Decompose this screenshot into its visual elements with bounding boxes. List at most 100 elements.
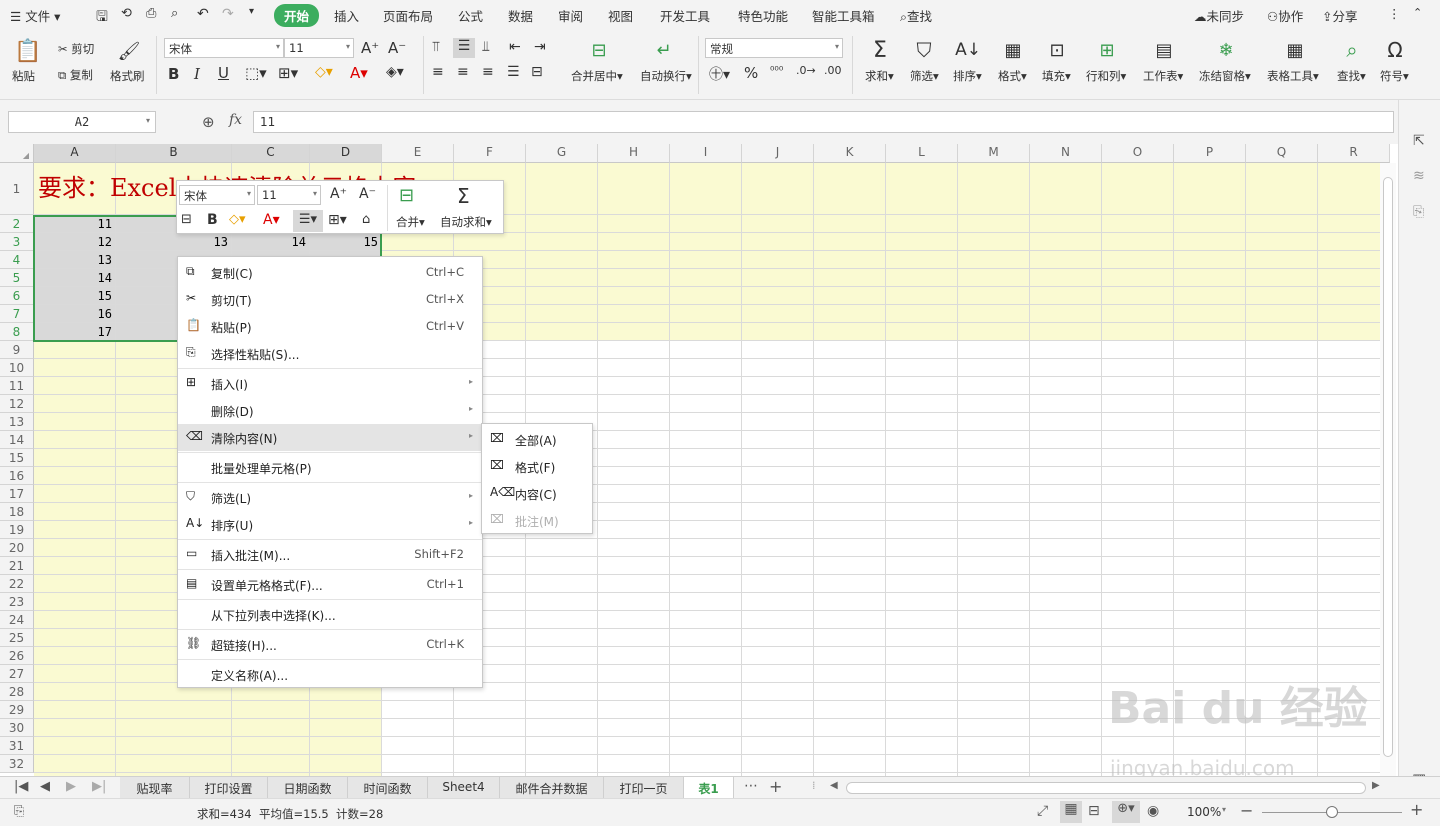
- sheet-tab[interactable]: Sheet4: [428, 777, 500, 799]
- zoom-out-icon[interactable]: −: [1240, 801, 1253, 820]
- bold-icon[interactable]: B: [168, 65, 179, 83]
- row-header-21[interactable]: 21: [0, 557, 34, 575]
- cursor-select-icon[interactable]: ⇱: [1413, 133, 1425, 149]
- row-header-23[interactable]: 23: [0, 593, 34, 611]
- row-header-26[interactable]: 26: [0, 647, 34, 665]
- column-header-a[interactable]: A: [34, 144, 116, 163]
- column-header-q[interactable]: Q: [1246, 144, 1318, 163]
- mini-font-name[interactable]: 宋体: [179, 185, 255, 205]
- row-header-7[interactable]: 7: [0, 305, 34, 323]
- cell-d3[interactable]: 15: [312, 235, 378, 249]
- mini-bold-icon[interactable]: B: [207, 212, 218, 228]
- menu-item-insert[interactable]: ⊞ 插入(I) ▸: [178, 370, 482, 397]
- macro-record-icon[interactable]: ⎘: [14, 804, 24, 819]
- last-sheet-icon[interactable]: ▶|: [92, 779, 106, 794]
- column-header-e[interactable]: E: [382, 144, 454, 163]
- row-header-4[interactable]: 4: [0, 251, 34, 269]
- menu-search[interactable]: ⌕查找: [900, 6, 932, 25]
- wrap-text-icon[interactable]: ↵: [652, 38, 676, 62]
- sheet-tab[interactable]: 时间函数: [348, 777, 428, 799]
- cell-c3[interactable]: 14: [234, 235, 306, 249]
- mini-font-decrease-icon[interactable]: A⁻: [359, 186, 376, 202]
- tab-insert[interactable]: 插入: [334, 6, 359, 25]
- underline-icon[interactable]: U: [218, 64, 229, 82]
- cell-a3[interactable]: 12: [36, 235, 112, 249]
- format-painter-button[interactable]: 格式刷: [110, 68, 145, 84]
- tab-formula[interactable]: 公式: [458, 6, 483, 25]
- indent-decrease-icon[interactable]: ⇤: [509, 39, 521, 55]
- paste-icon[interactable]: 📋: [14, 38, 42, 64]
- fx-icon[interactable]: fx: [229, 112, 242, 128]
- find-button[interactable]: 查找▾: [1337, 68, 1366, 84]
- row-header-5[interactable]: 5: [0, 269, 34, 287]
- redo-icon[interactable]: ↷: [222, 6, 234, 22]
- menu-item-filter[interactable]: ⛉ 筛选(L) ▸: [178, 484, 482, 511]
- row-header-24[interactable]: 24: [0, 611, 34, 629]
- fill-icon[interactable]: ⊡: [1045, 36, 1069, 64]
- column-header-d[interactable]: D: [310, 144, 382, 163]
- distributed-icon[interactable]: ⊟: [531, 64, 543, 80]
- undo-icon[interactable]: ↶: [197, 6, 209, 22]
- page-break-view-icon[interactable]: ⊟: [1088, 803, 1100, 819]
- menu-item-cut[interactable]: ✂ 剪切(T) Ctrl+X: [178, 286, 482, 313]
- font-name-select[interactable]: 宋体: [164, 38, 284, 58]
- align-center-icon[interactable]: ≡: [457, 64, 469, 80]
- column-header-c[interactable]: C: [232, 144, 310, 163]
- row-header-25[interactable]: 25: [0, 629, 34, 647]
- column-header-k[interactable]: K: [814, 144, 886, 163]
- sort-button[interactable]: 排序▾: [953, 68, 982, 84]
- mini-merge-icon[interactable]: ⊟: [399, 185, 414, 206]
- column-header-h[interactable]: H: [598, 144, 670, 163]
- zoom-in-icon[interactable]: +: [1410, 800, 1423, 819]
- fill-button[interactable]: 填充▾: [1042, 68, 1071, 84]
- number-format-select[interactable]: 常规: [705, 38, 843, 58]
- menu-item-define-name[interactable]: 定义名称(A)...: [178, 661, 482, 688]
- row-header-32[interactable]: 32: [0, 755, 34, 773]
- menu-item-clear-contents[interactable]: ⌫ 清除内容(N) ▸: [178, 424, 482, 451]
- cell-a7[interactable]: 16: [36, 307, 112, 321]
- row-header-16[interactable]: 16: [0, 467, 34, 485]
- vertical-scrollbar[interactable]: [1380, 163, 1396, 776]
- menu-item-batch-process[interactable]: 批量处理单元格(P): [178, 454, 482, 481]
- row-header-22[interactable]: 22: [0, 575, 34, 593]
- row-header-19[interactable]: 19: [0, 521, 34, 539]
- percent-icon[interactable]: %: [744, 64, 758, 82]
- font-decrease-icon[interactable]: A⁻: [388, 39, 406, 57]
- mini-borders-icon[interactable]: ⊞▾: [328, 212, 347, 228]
- font-increase-icon[interactable]: A⁺: [361, 39, 379, 57]
- tab-data[interactable]: 数据: [508, 6, 533, 25]
- wrap-text-button[interactable]: 自动换行▾: [640, 68, 692, 84]
- row-header-2[interactable]: 2: [0, 215, 34, 233]
- row-header-29[interactable]: 29: [0, 701, 34, 719]
- row-header-28[interactable]: 28: [0, 683, 34, 701]
- sheet-tab[interactable]: 贴现率: [120, 777, 190, 799]
- currency-icon[interactable]: ㊉▾: [709, 64, 730, 84]
- row-header-31[interactable]: 31: [0, 737, 34, 755]
- eye-protection-icon[interactable]: ◉: [1147, 803, 1159, 819]
- fullscreen-icon[interactable]: ⤢: [1037, 803, 1048, 819]
- formula-input[interactable]: 11: [253, 111, 1394, 133]
- row-header-27[interactable]: 27: [0, 665, 34, 683]
- cut-button[interactable]: ✂ 剪切: [58, 41, 94, 57]
- table-tools-button[interactable]: 表格工具▾: [1267, 68, 1319, 84]
- row-header-17[interactable]: 17: [0, 485, 34, 503]
- merge-center-button[interactable]: 合并居中▾: [571, 68, 623, 84]
- scroll-right-icon[interactable]: ▶: [1372, 780, 1380, 791]
- vertical-scroll-thumb[interactable]: [1383, 177, 1393, 757]
- tab-view[interactable]: 视图: [608, 6, 633, 25]
- tab-split-handle[interactable]: ⁞: [812, 779, 816, 792]
- menu-item-hyperlink[interactable]: ⛓ 超链接(H)... Ctrl+K: [178, 631, 482, 658]
- cell-a8[interactable]: 17: [36, 325, 112, 339]
- row-header-20[interactable]: 20: [0, 539, 34, 557]
- row-header-15[interactable]: 15: [0, 449, 34, 467]
- filter-icon[interactable]: ⛉: [912, 36, 936, 64]
- tab-special[interactable]: 特色功能: [738, 6, 788, 25]
- format-painter-icon[interactable]: 🖌: [117, 38, 141, 64]
- sheet-tab[interactable]: 打印设置: [190, 777, 268, 799]
- row-header-30[interactable]: 30: [0, 719, 34, 737]
- thousands-icon[interactable]: ⁰⁰⁰: [770, 64, 783, 77]
- column-header-l[interactable]: L: [886, 144, 958, 163]
- align-top-icon[interactable]: ⫪: [432, 39, 440, 55]
- submenu-item-clear-format[interactable]: ⌧ 格式(F): [482, 452, 592, 479]
- zoom-dropdown-icon[interactable]: ▾: [1222, 805, 1226, 814]
